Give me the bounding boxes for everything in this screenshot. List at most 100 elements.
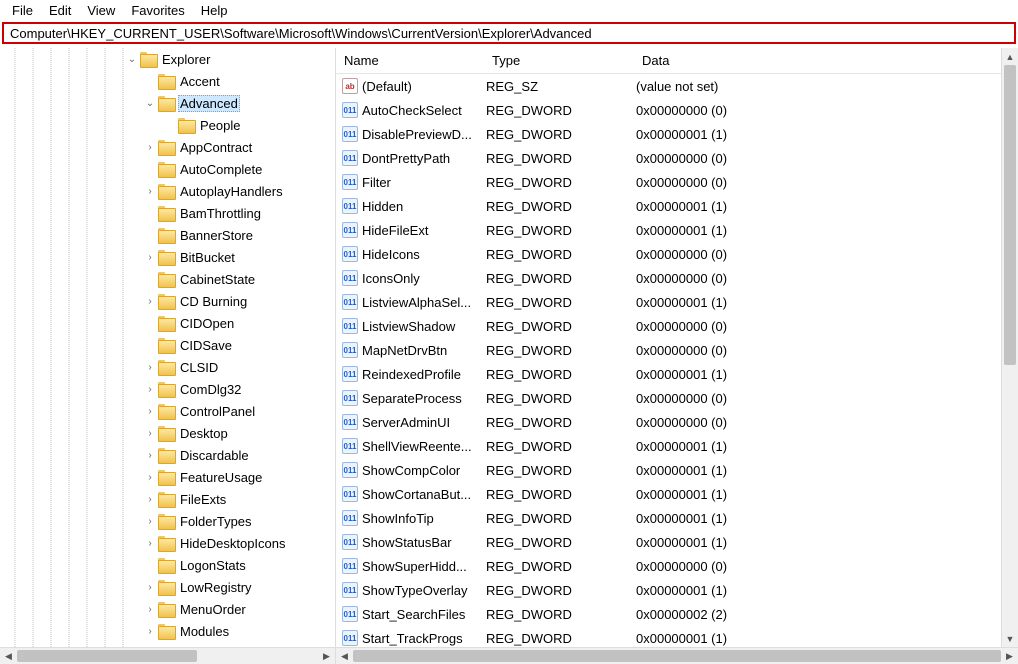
chevron-right-icon[interactable]: › bbox=[142, 623, 158, 639]
value-name: (Default) bbox=[362, 79, 486, 94]
menu-edit[interactable]: Edit bbox=[41, 3, 79, 18]
tree-hscroll-thumb[interactable] bbox=[17, 650, 197, 662]
tree-item[interactable]: CIDOpen bbox=[0, 312, 335, 334]
key-tree[interactable]: ⌄ExplorerAccent⌄AdvancedPeople›AppContra… bbox=[0, 48, 335, 647]
tree-item[interactable]: › FeatureUsage bbox=[0, 466, 335, 488]
scroll-right-icon[interactable]: ▶ bbox=[1001, 648, 1018, 664]
menu-favorites[interactable]: Favorites bbox=[123, 3, 192, 18]
tree-item[interactable]: ›AutoplayHandlers bbox=[0, 180, 335, 202]
tree-item[interactable]: AutoComplete bbox=[0, 158, 335, 180]
chevron-right-icon[interactable]: › bbox=[142, 491, 158, 507]
chevron-right-icon[interactable]: › bbox=[142, 601, 158, 617]
scroll-left-icon[interactable]: ◀ bbox=[0, 648, 17, 664]
menu-view[interactable]: View bbox=[79, 3, 123, 18]
column-header-type[interactable]: Type bbox=[484, 53, 634, 68]
tree-item[interactable]: ›Discardable bbox=[0, 444, 335, 466]
tree-item-label: FeatureUsage bbox=[178, 470, 264, 485]
value-row[interactable]: 011SeparateProcessREG_DWORD0x00000000 (0… bbox=[336, 386, 1001, 410]
scroll-down-icon[interactable]: ▼ bbox=[1002, 630, 1018, 647]
chevron-down-icon[interactable]: ⌄ bbox=[124, 51, 140, 67]
value-row[interactable]: 011ShowStatusBarREG_DWORD0x00000001 (1) bbox=[336, 530, 1001, 554]
tree-item-label: CabinetState bbox=[178, 272, 257, 287]
tree-item[interactable]: ›AppContract bbox=[0, 136, 335, 158]
values-vscrollbar[interactable]: ▲ ▼ bbox=[1001, 48, 1018, 647]
tree-item[interactable]: ›ComDlg32 bbox=[0, 378, 335, 400]
column-header-data[interactable]: Data bbox=[634, 53, 1001, 68]
tree-item[interactable]: ›BitBucket bbox=[0, 246, 335, 268]
value-row[interactable]: 011ListviewAlphaSel...REG_DWORD0x0000000… bbox=[336, 290, 1001, 314]
chevron-right-icon[interactable]: › bbox=[142, 403, 158, 419]
chevron-right-icon[interactable]: › bbox=[142, 535, 158, 551]
value-row[interactable]: 011DontPrettyPathREG_DWORD0x00000000 (0) bbox=[336, 146, 1001, 170]
chevron-right-icon[interactable]: › bbox=[142, 139, 158, 155]
tree-item[interactable]: CabinetState bbox=[0, 268, 335, 290]
value-row[interactable]: 011IconsOnlyREG_DWORD0x00000000 (0) bbox=[336, 266, 1001, 290]
menu-file[interactable]: File bbox=[4, 3, 41, 18]
tree-item[interactable]: Accent bbox=[0, 70, 335, 92]
tree-item[interactable]: ›MenuOrder bbox=[0, 598, 335, 620]
value-row[interactable]: 011MapNetDrvBtnREG_DWORD0x00000000 (0) bbox=[336, 338, 1001, 362]
value-row[interactable]: 011ServerAdminUIREG_DWORD0x00000000 (0) bbox=[336, 410, 1001, 434]
tree-item-label: CLSID bbox=[178, 360, 220, 375]
value-row[interactable]: 011HiddenREG_DWORD0x00000001 (1) bbox=[336, 194, 1001, 218]
tree-item[interactable]: ⌄Explorer bbox=[0, 48, 335, 70]
value-row[interactable]: 011HideFileExtREG_DWORD0x00000001 (1) bbox=[336, 218, 1001, 242]
value-data: 0x00000002 (2) bbox=[636, 607, 1001, 622]
tree-item[interactable]: People bbox=[0, 114, 335, 136]
tree-item[interactable]: ›CD Burning bbox=[0, 290, 335, 312]
chevron-right-icon[interactable]: › bbox=[142, 249, 158, 265]
values-hscroll-thumb[interactable] bbox=[353, 650, 1001, 662]
value-row[interactable]: 011DisablePreviewD...REG_DWORD0x00000001… bbox=[336, 122, 1001, 146]
folder-icon bbox=[158, 470, 174, 484]
tree-item[interactable]: ›Modules bbox=[0, 620, 335, 642]
tree-item[interactable]: CIDSave bbox=[0, 334, 335, 356]
value-row[interactable]: 011ShellViewReente...REG_DWORD0x00000001… bbox=[336, 434, 1001, 458]
value-row[interactable]: 011ShowCortanaBut...REG_DWORD0x00000001 … bbox=[336, 482, 1001, 506]
value-row[interactable]: 011ShowTypeOverlayREG_DWORD0x00000001 (1… bbox=[336, 578, 1001, 602]
chevron-down-icon[interactable]: ⌄ bbox=[142, 95, 158, 111]
tree-item[interactable]: ›Desktop bbox=[0, 422, 335, 444]
chevron-right-icon[interactable]: › bbox=[142, 447, 158, 463]
chevron-right-icon[interactable]: › bbox=[142, 381, 158, 397]
address-input[interactable] bbox=[8, 25, 1010, 42]
values-hscrollbar[interactable]: ◀ ▶ bbox=[336, 647, 1018, 664]
value-row[interactable]: 011Start_SearchFilesREG_DWORD0x00000002 … bbox=[336, 602, 1001, 626]
tree-hscrollbar[interactable]: ◀ ▶ bbox=[0, 647, 336, 664]
value-row[interactable]: 011Start_TrackProgsREG_DWORD0x00000001 (… bbox=[336, 626, 1001, 647]
chevron-right-icon[interactable]: › bbox=[142, 425, 158, 441]
chevron-right-icon[interactable]: › bbox=[142, 293, 158, 309]
folder-icon bbox=[158, 228, 174, 242]
tree-item[interactable]: ›ControlPanel bbox=[0, 400, 335, 422]
scroll-right-icon[interactable]: ▶ bbox=[318, 648, 335, 664]
tree-item[interactable]: LogonStats bbox=[0, 554, 335, 576]
value-row[interactable]: 011AutoCheckSelectREG_DWORD0x00000000 (0… bbox=[336, 98, 1001, 122]
tree-item[interactable]: BamThrottling bbox=[0, 202, 335, 224]
values-list[interactable]: ab(Default)REG_SZ(value not set)011AutoC… bbox=[336, 74, 1001, 647]
value-row[interactable]: 011HideIconsREG_DWORD0x00000000 (0) bbox=[336, 242, 1001, 266]
value-row[interactable]: 011ReindexedProfileREG_DWORD0x00000001 (… bbox=[336, 362, 1001, 386]
tree-item[interactable]: ›FolderTypes bbox=[0, 510, 335, 532]
scroll-up-icon[interactable]: ▲ bbox=[1002, 48, 1018, 65]
chevron-right-icon[interactable]: › bbox=[142, 359, 158, 375]
tree-item[interactable]: › CLSID bbox=[0, 356, 335, 378]
value-row[interactable]: 011ShowCompColorREG_DWORD0x00000001 (1) bbox=[336, 458, 1001, 482]
binary-value-icon: 011 bbox=[342, 414, 358, 430]
value-row[interactable]: ab(Default)REG_SZ(value not set) bbox=[336, 74, 1001, 98]
tree-item[interactable]: ›FileExts bbox=[0, 488, 335, 510]
tree-item[interactable]: BannerStore bbox=[0, 224, 335, 246]
chevron-right-icon[interactable]: › bbox=[142, 579, 158, 595]
chevron-right-icon[interactable]: › bbox=[142, 469, 158, 485]
value-row[interactable]: 011ShowSuperHidd...REG_DWORD0x00000000 (… bbox=[336, 554, 1001, 578]
tree-item[interactable]: ›LowRegistry bbox=[0, 576, 335, 598]
tree-item[interactable]: ⌄Advanced bbox=[0, 92, 335, 114]
vscroll-thumb[interactable] bbox=[1004, 65, 1016, 365]
chevron-right-icon[interactable]: › bbox=[142, 183, 158, 199]
tree-item[interactable]: ›HideDesktopIcons bbox=[0, 532, 335, 554]
value-row[interactable]: 011FilterREG_DWORD0x00000000 (0) bbox=[336, 170, 1001, 194]
menu-help[interactable]: Help bbox=[193, 3, 236, 18]
scroll-left-icon[interactable]: ◀ bbox=[336, 648, 353, 664]
column-header-name[interactable]: Name bbox=[336, 53, 484, 68]
value-row[interactable]: 011ShowInfoTipREG_DWORD0x00000001 (1) bbox=[336, 506, 1001, 530]
value-row[interactable]: 011ListviewShadowREG_DWORD0x00000000 (0) bbox=[336, 314, 1001, 338]
chevron-right-icon[interactable]: › bbox=[142, 513, 158, 529]
